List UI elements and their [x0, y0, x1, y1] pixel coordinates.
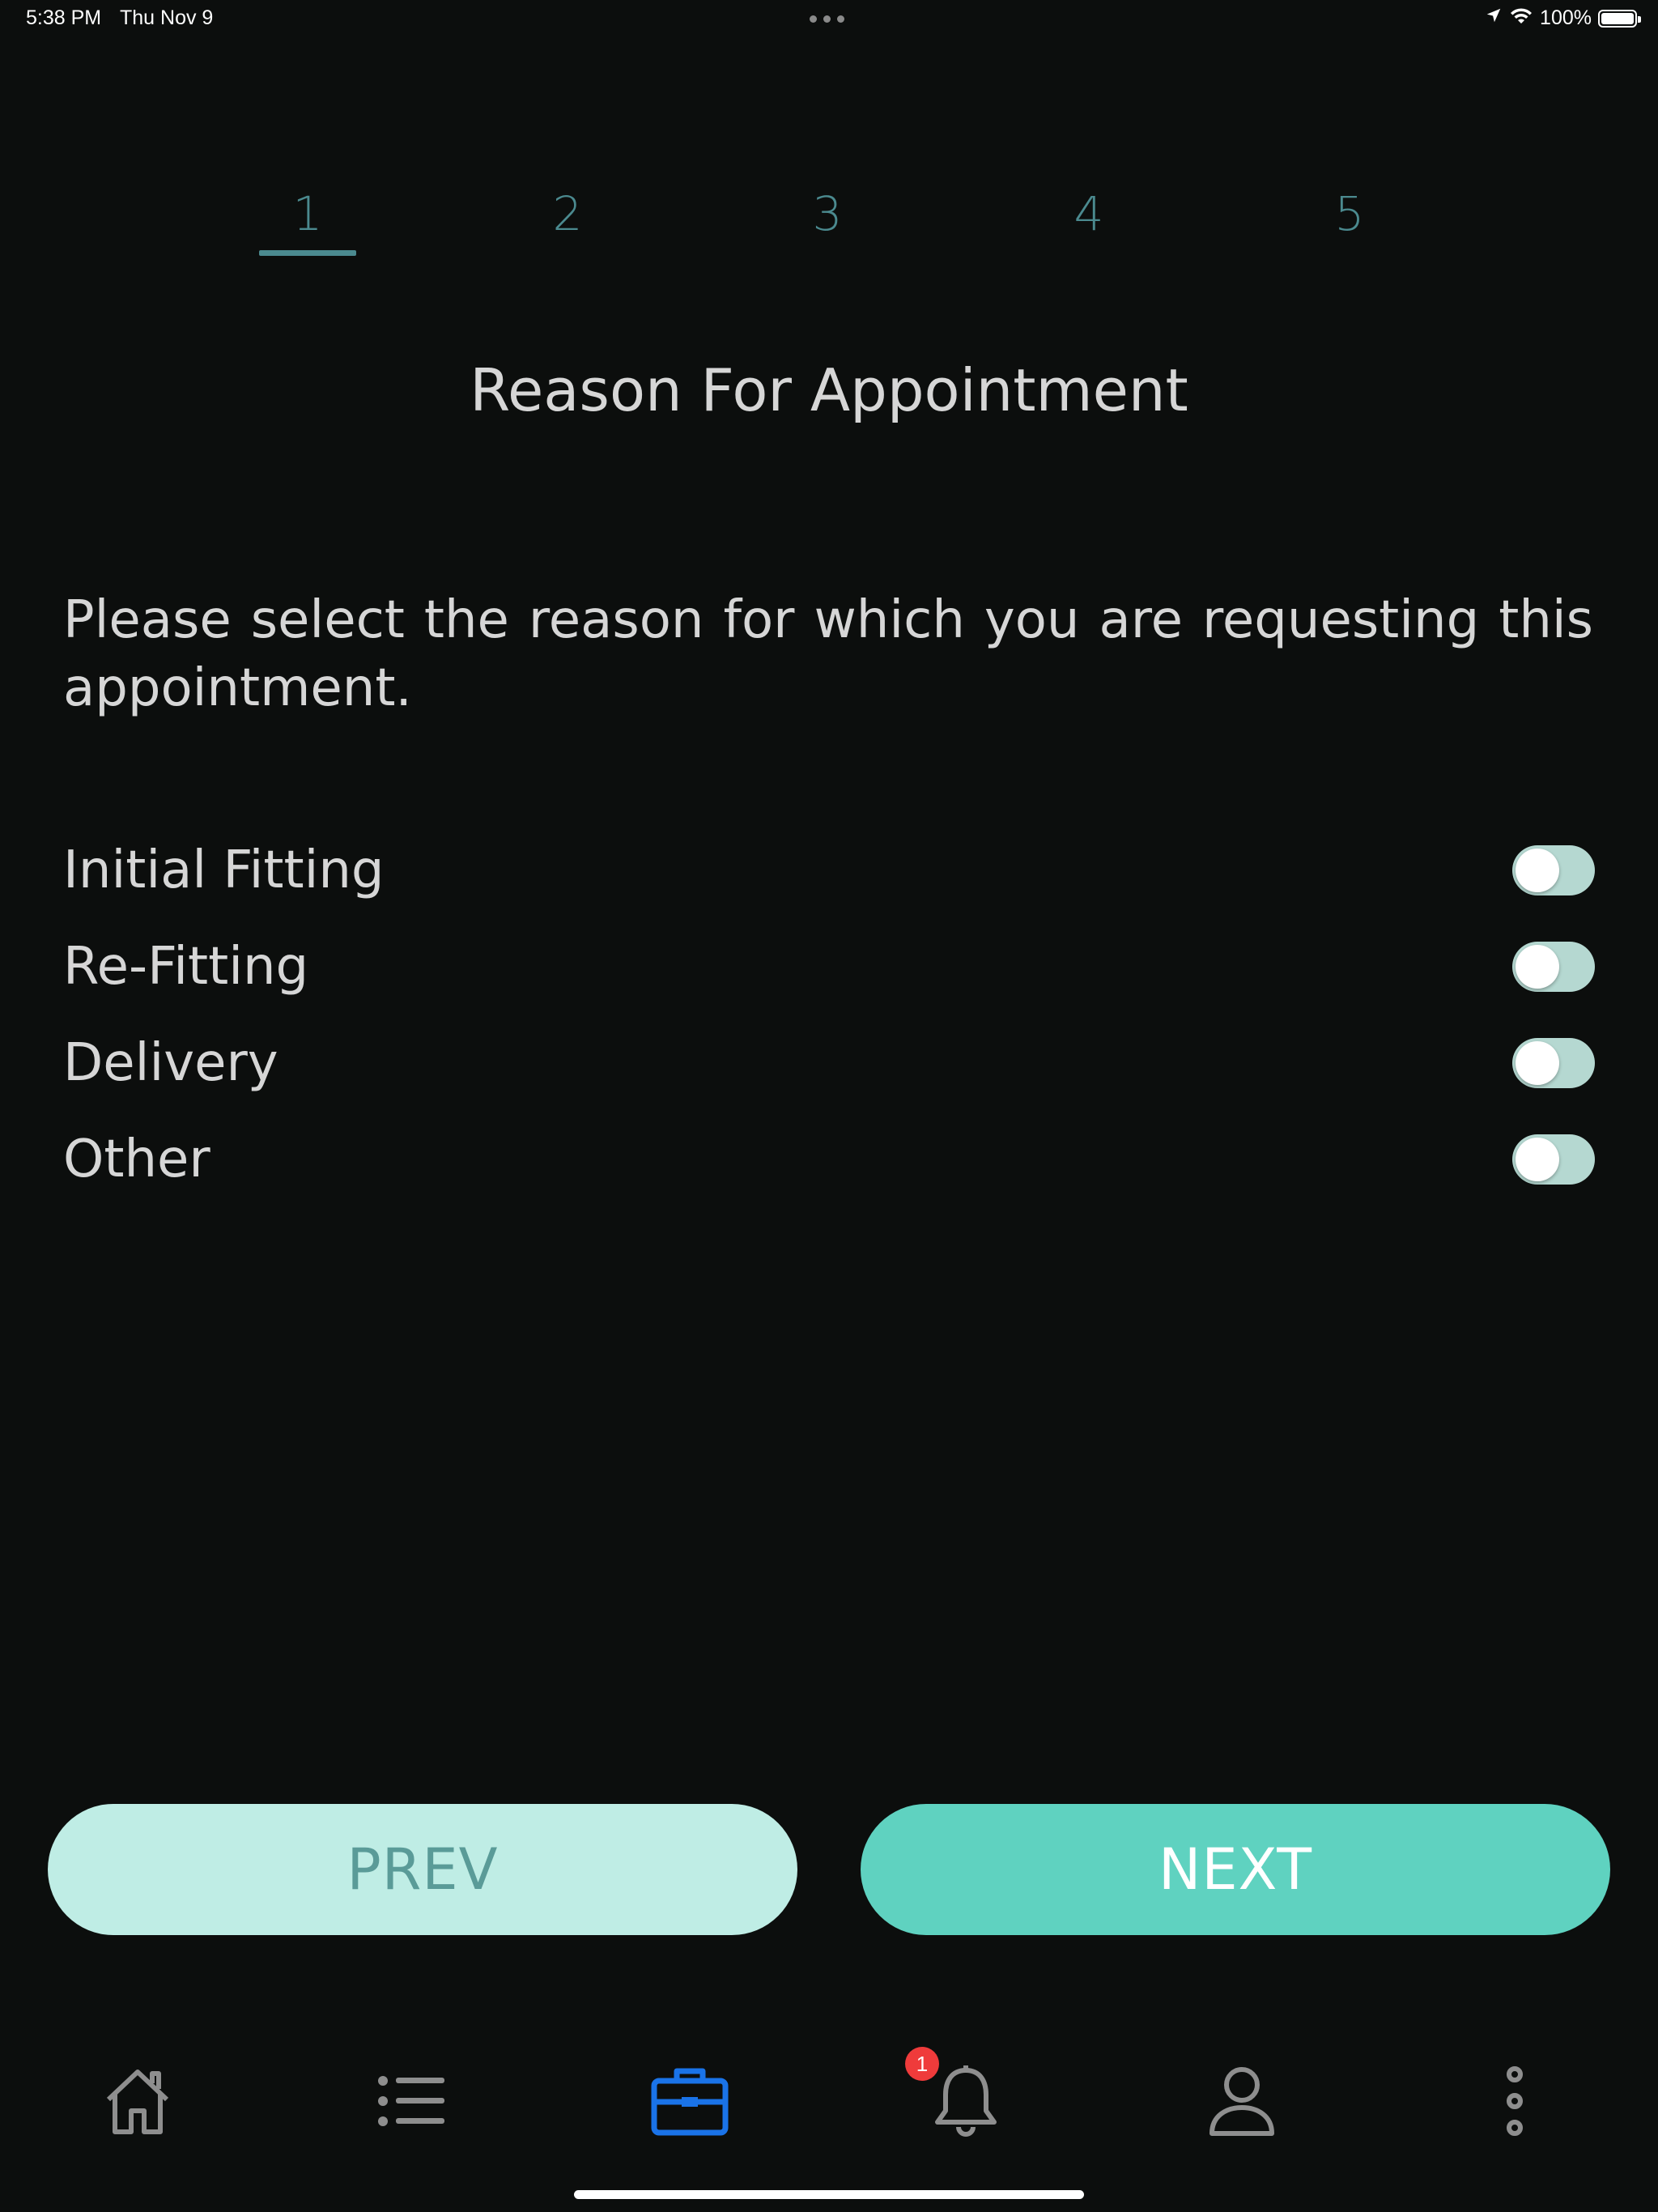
- status-indicators: 100%: [1485, 6, 1641, 31]
- briefcase-icon: [651, 2068, 729, 2136]
- re-fitting-toggle[interactable]: [1512, 942, 1595, 992]
- option-re-fitting: Re-Fitting: [63, 929, 1595, 1002]
- option-label: Delivery: [63, 1033, 278, 1093]
- location-icon: [1485, 6, 1503, 30]
- prev-button[interactable]: PREV: [48, 1804, 797, 1935]
- option-other: Other: [63, 1121, 1595, 1194]
- toggle-knob: [1516, 849, 1559, 892]
- app-screen: 5:38 PM Thu Nov 9 100% 1 2 3 4 5 Reason …: [0, 0, 1658, 2212]
- option-initial-fitting: Initial Fitting: [63, 832, 1595, 905]
- toggle-knob: [1516, 945, 1559, 989]
- delivery-toggle[interactable]: [1512, 1038, 1595, 1088]
- user-icon: [1209, 2067, 1274, 2136]
- next-button[interactable]: NEXT: [861, 1804, 1610, 1935]
- step-label: 4: [1073, 186, 1104, 241]
- instruction-text: Please select the reason for which you a…: [63, 590, 1593, 718]
- option-delivery: Delivery: [63, 1025, 1595, 1098]
- bottom-tab-bar: [0, 2057, 1658, 2154]
- home-icon: [106, 2069, 169, 2134]
- option-label: Initial Fitting: [63, 840, 385, 900]
- toggle-knob: [1516, 1041, 1559, 1085]
- toggle-knob: [1516, 1138, 1559, 1181]
- step-label: 2: [552, 186, 583, 241]
- step-4[interactable]: 4: [1040, 186, 1137, 241]
- battery-icon: [1598, 9, 1641, 28]
- other-toggle[interactable]: [1512, 1134, 1595, 1185]
- battery-percentage: 100%: [1540, 6, 1592, 29]
- bell-icon: [935, 2065, 997, 2137]
- step-label: 5: [1334, 186, 1365, 241]
- step-1[interactable]: 1: [259, 186, 356, 256]
- tab-profile[interactable]: [1197, 2057, 1286, 2146]
- more-vertical-icon: [1507, 2066, 1523, 2136]
- step-label: 3: [812, 186, 843, 241]
- initial-fitting-toggle[interactable]: [1512, 845, 1595, 895]
- tab-more[interactable]: [1470, 2057, 1559, 2146]
- step-3[interactable]: 3: [779, 186, 876, 241]
- tab-briefcase[interactable]: [645, 2057, 734, 2146]
- step-indicator: 1 2 3 4 5: [0, 186, 1658, 259]
- option-label: Other: [63, 1129, 210, 1189]
- status-time: 5:38 PM: [26, 6, 102, 29]
- step-5[interactable]: 5: [1301, 186, 1398, 241]
- home-indicator[interactable]: [574, 2190, 1084, 2199]
- status-date: Thu Nov 9: [120, 6, 214, 29]
- active-step-underline: [259, 250, 356, 256]
- option-label: Re-Fitting: [63, 937, 309, 997]
- list-icon: [378, 2076, 444, 2126]
- tab-list[interactable]: [368, 2057, 457, 2146]
- status-bar: 5:38 PM Thu Nov 9 100%: [0, 0, 1658, 39]
- step-label: 1: [292, 186, 323, 241]
- page-title: Reason For Appointment: [470, 356, 1188, 424]
- step-2[interactable]: 2: [519, 186, 616, 241]
- notification-badge: 1: [905, 2047, 939, 2081]
- multitasking-dots-icon[interactable]: [810, 15, 844, 23]
- tab-home[interactable]: [93, 2057, 182, 2146]
- wifi-icon: [1509, 6, 1533, 31]
